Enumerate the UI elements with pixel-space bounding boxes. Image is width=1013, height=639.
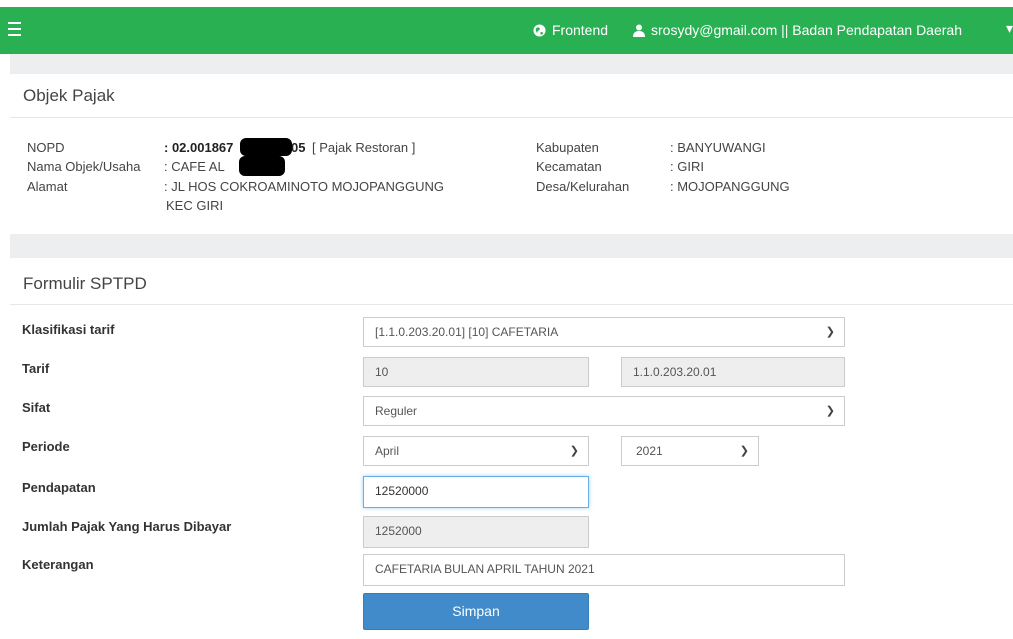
sifat-label: Sifat: [22, 400, 51, 415]
globe-icon: [533, 24, 546, 37]
redaction-box: [239, 156, 285, 176]
periode-tahun-value: 2021: [636, 444, 663, 458]
objek-pajak-title: Objek Pajak: [10, 74, 1013, 118]
objek-pajak-panel: Objek Pajak NOPD : 02.001867 05 [ Pajak …: [10, 74, 1013, 234]
alamat-label: Alamat: [27, 179, 68, 194]
user-icon: [633, 24, 645, 37]
frontend-link[interactable]: Frontend: [533, 22, 608, 38]
klasifikasi-label: Klasifikasi tarif: [22, 322, 115, 337]
user-dropdown-caret-icon[interactable]: ▾: [1006, 20, 1013, 37]
nopd-prefix: : 02.001867: [164, 140, 234, 155]
pendapatan-input[interactable]: 12520000: [363, 476, 589, 508]
keterangan-input[interactable]: CAFETARIA BULAN APRIL TAHUN 2021: [363, 554, 845, 586]
kabupaten-label: Kabupaten: [536, 140, 599, 155]
nama-value: : CAFE AL: [164, 159, 225, 174]
desa-value: : MOJOPANGGUNG: [670, 179, 790, 194]
formulir-title: Formulir SPTPD: [10, 258, 1013, 305]
keterangan-label: Keterangan: [22, 557, 94, 572]
nama-label: Nama Objek/Usaha: [27, 159, 141, 174]
alamat-line1: : JL HOS COKROAMINOTO MOJOPANGGUNG: [164, 179, 445, 194]
kabupaten-value: : BANYUWANGI: [670, 140, 766, 155]
chevron-down-icon: ❯: [739, 445, 749, 457]
pendapatan-value: 12520000: [375, 484, 429, 498]
chevron-down-icon: ❯: [569, 445, 579, 457]
tarif-field[interactable]: 10: [363, 357, 589, 387]
sifat-value: Reguler: [375, 404, 418, 418]
keterangan-value: CAFETARIA BULAN APRIL TAHUN 2021: [375, 562, 595, 576]
kecamatan-label: Kecamatan: [536, 159, 602, 174]
periode-label: Periode: [22, 439, 70, 454]
top-navbar: Frontend srosydy@gmail.com || Badan Pend…: [0, 7, 1013, 54]
jumlah-pajak-field[interactable]: 1252000: [363, 516, 589, 548]
kecamatan-value: : GIRI: [670, 159, 704, 174]
tarif-value: 10: [375, 365, 389, 379]
nopd-label: NOPD: [27, 140, 65, 155]
user-label: srosydy@gmail.com || Badan Pendapatan Da…: [651, 22, 962, 38]
klasifikasi-tarif-select[interactable]: [1.1.0.203.20.01] [10] CAFETARIA ❯: [363, 317, 845, 347]
jumlah-pajak-label: Jumlah Pajak Yang Harus Dibayar: [22, 519, 232, 534]
desa-label: Desa/Kelurahan: [536, 179, 630, 194]
tarif-label: Tarif: [22, 361, 50, 376]
sifat-select[interactable]: Reguler ❯: [363, 396, 845, 426]
pendapatan-label: Pendapatan: [22, 480, 96, 495]
nopd-suffix: 05: [291, 140, 306, 155]
periode-bulan-value: April: [375, 444, 400, 458]
chevron-down-icon: ❯: [825, 405, 835, 417]
hamburger-menu-icon[interactable]: [8, 22, 21, 36]
tarif-code-value: 1.1.0.203.20.01: [633, 365, 717, 379]
alamat-line2: KEC GIRI: [166, 198, 224, 213]
periode-bulan-select[interactable]: April ❯: [363, 436, 589, 466]
periode-tahun-select[interactable]: 2021 ❯: [621, 436, 759, 466]
klasifikasi-tarif-value: [1.1.0.203.20.01] [10] CAFETARIA: [375, 325, 559, 339]
simpan-button[interactable]: Simpan: [363, 593, 589, 630]
jumlah-pajak-value: 1252000: [375, 524, 422, 538]
frontend-label: Frontend: [552, 22, 609, 38]
user-menu[interactable]: srosydy@gmail.com || Badan Pendapatan Da…: [633, 22, 962, 38]
chevron-down-icon: ❯: [825, 326, 835, 338]
redaction-box: [240, 138, 292, 156]
tarif-code-field[interactable]: 1.1.0.203.20.01: [621, 357, 845, 387]
nopd-type: [ Pajak Restoran ]: [312, 140, 416, 155]
